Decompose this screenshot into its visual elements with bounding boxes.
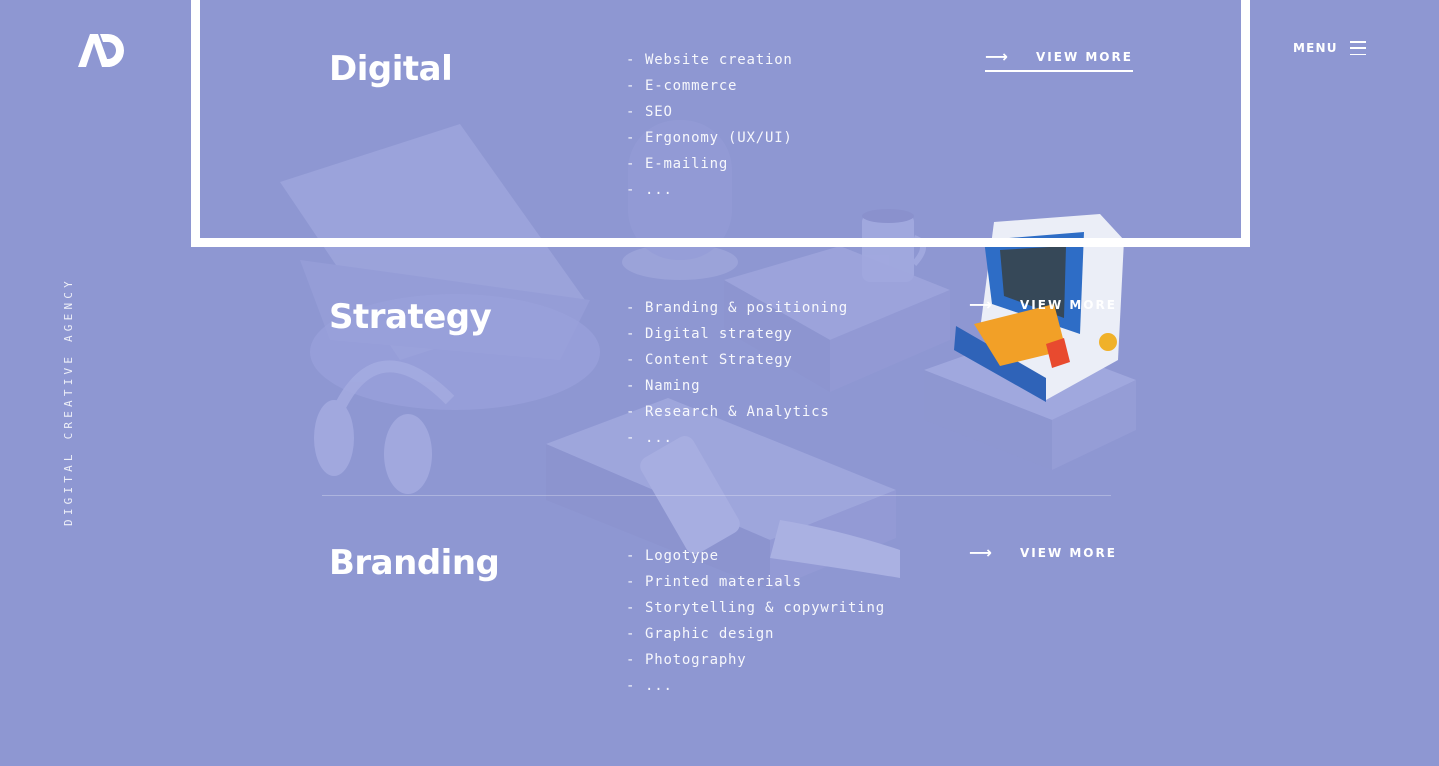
retro-computer-illustration bbox=[924, 214, 1136, 470]
agency-tagline: DIGITAL CREATIVE AGENCY bbox=[62, 277, 75, 526]
arrow-right-icon: ⟶ bbox=[969, 295, 994, 314]
list-item: -... bbox=[626, 430, 673, 446]
list-item: - Logotype bbox=[626, 548, 719, 564]
list-item: -... bbox=[626, 182, 673, 198]
service-title: Branding bbox=[329, 543, 500, 583]
view-more-strategy-link[interactable]: ⟶ VIEW MORE bbox=[969, 295, 1117, 314]
view-more-branding-link[interactable]: ⟶ VIEW MORE bbox=[969, 543, 1117, 562]
service-items: - Website creation - E-commerce - SEO - Ergo… bbox=[626, 47, 793, 203]
list-item: -... bbox=[626, 678, 673, 694]
list-item: - Content Strategy bbox=[626, 352, 793, 368]
list-item: - Ergonomy (UX/UI) bbox=[626, 130, 793, 146]
list-item: - Digital strategy bbox=[626, 326, 793, 342]
arrow-right-icon: ⟶ bbox=[985, 47, 1010, 66]
page: DIGITAL CREATIVE AGENCY MENU Digital - We… bbox=[0, 0, 1439, 766]
service-items: - Logotype - Printed materials - Storytelli… bbox=[626, 543, 885, 699]
section-divider bbox=[322, 495, 1111, 496]
list-item: - Printed materials bbox=[626, 574, 802, 590]
service-title: Digital bbox=[329, 49, 453, 89]
list-item: - Website creation bbox=[626, 52, 793, 68]
list-item: - Research & Analytics bbox=[626, 404, 830, 420]
logo-mark[interactable] bbox=[76, 32, 124, 68]
list-item: - E-mailing bbox=[626, 156, 729, 172]
list-item: - Photography bbox=[626, 652, 747, 668]
headphones-illustration bbox=[314, 360, 455, 494]
service-title: Strategy bbox=[329, 297, 492, 337]
view-more-digital-link[interactable]: ⟶ VIEW MORE bbox=[985, 47, 1133, 72]
list-item: - Naming bbox=[626, 378, 701, 394]
menu-label: MENU bbox=[1293, 41, 1338, 55]
hamburger-icon bbox=[1349, 41, 1366, 55]
list-item: - Storytelling & copywriting bbox=[626, 600, 885, 616]
arrow-right-icon: ⟶ bbox=[969, 543, 994, 562]
service-items: - Branding & positioning - Digital strateg… bbox=[626, 295, 848, 451]
list-item: - Graphic design bbox=[626, 626, 775, 642]
list-item: - Branding & positioning bbox=[626, 300, 849, 316]
menu-button[interactable]: MENU bbox=[1293, 41, 1366, 55]
list-item: - E-commerce bbox=[626, 78, 738, 94]
list-item: - SEO bbox=[626, 104, 673, 120]
